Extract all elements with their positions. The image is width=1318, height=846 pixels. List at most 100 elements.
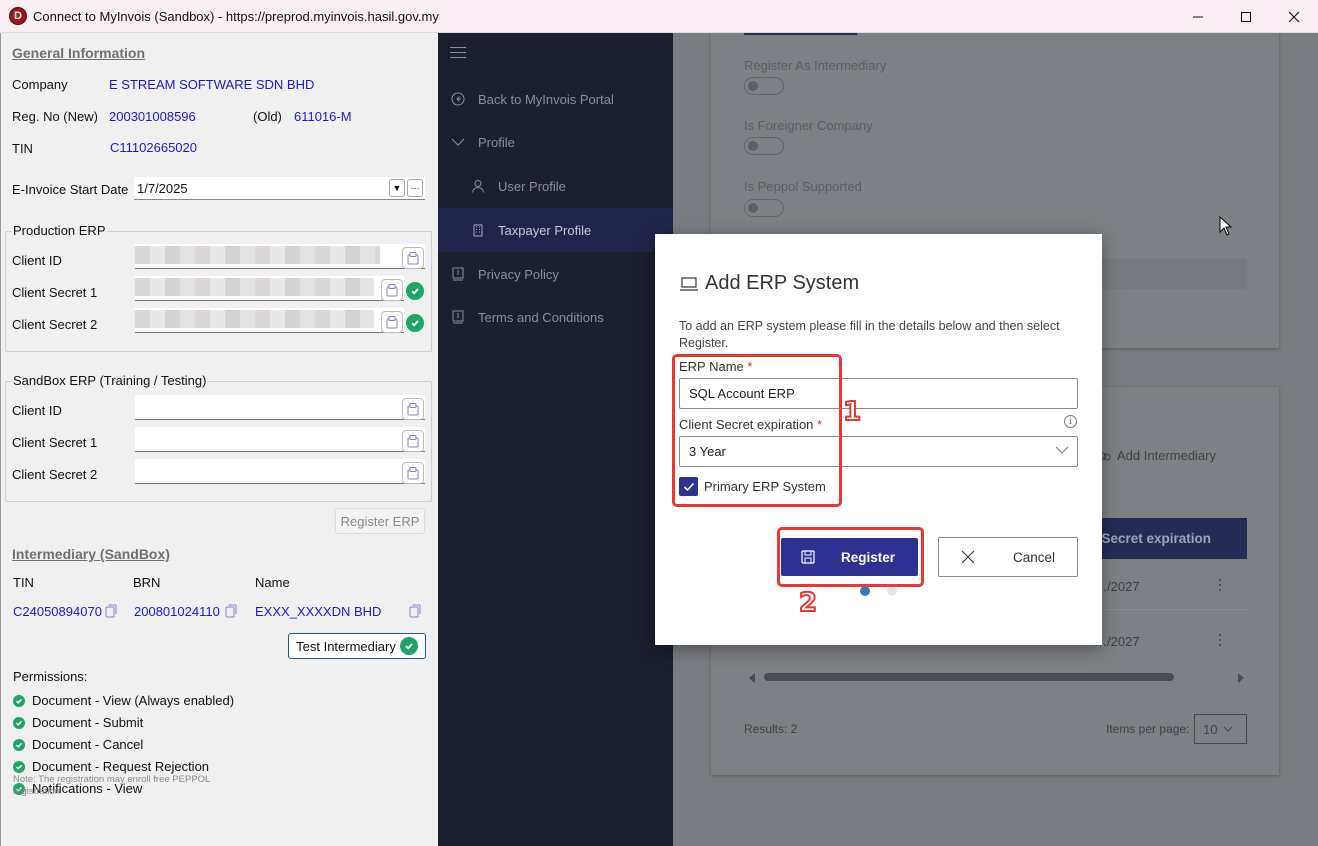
sandbox-client-id-label: Client ID xyxy=(12,403,62,418)
secret2-verified-icon xyxy=(406,314,424,332)
foreigner-company-toggle[interactable] xyxy=(744,137,784,155)
annotation-box-step1 xyxy=(672,354,842,507)
items-per-page-select[interactable]: 10 xyxy=(1194,714,1247,744)
connection-panel: General Information Company E STREAM SOF… xyxy=(0,33,438,846)
maximize-button[interactable] xyxy=(1222,0,1270,33)
annotation-box-step2 xyxy=(777,527,924,587)
sandbox-client-secret1-label: Client Secret 1 xyxy=(12,435,98,450)
pager-dot-active[interactable] xyxy=(860,586,870,596)
user-icon xyxy=(472,180,484,193)
check-circle-icon xyxy=(13,694,25,707)
sandbox-client-secret2-paste-button[interactable] xyxy=(402,462,424,484)
register-intermediary-label: Register As Intermediary xyxy=(744,58,887,73)
prod-client-id-input[interactable] xyxy=(135,244,425,269)
sandbox-client-id-paste-button[interactable] xyxy=(402,398,424,420)
clipboard-icon xyxy=(386,284,398,297)
tab-indicator xyxy=(744,33,857,35)
chevron-down-icon xyxy=(1224,726,1233,732)
permission-item: Document - View (Always enabled) xyxy=(13,693,234,708)
intermediary-brn-value: 200801024110 xyxy=(134,604,220,619)
sandbox-client-secret1-paste-button[interactable] xyxy=(402,430,424,452)
add-intermediary-button[interactable]: Add Intermediary xyxy=(1099,448,1216,463)
intermediary-tin-value: C24050894070 xyxy=(13,604,102,619)
date-dropdown-button[interactable]: ▼ xyxy=(389,179,405,197)
prod-client-secret1-paste-button[interactable] xyxy=(381,279,403,301)
prod-client-id-paste-button[interactable] xyxy=(402,247,424,269)
test-success-icon xyxy=(399,637,418,655)
close-icon xyxy=(961,550,975,564)
prod-client-id-label: Client ID xyxy=(12,253,62,268)
window-titlebar: D Connect to MyInvois (Sandbox) - https:… xyxy=(0,0,1318,33)
building-icon xyxy=(473,224,483,236)
start-date-value[interactable]: 1/7/2025 xyxy=(137,181,389,196)
copy-name-icon[interactable] xyxy=(409,604,421,618)
regno-old-label: (Old) xyxy=(253,109,282,124)
register-intermediary-toggle[interactable] xyxy=(744,77,784,95)
sandbox-client-secret1-input[interactable] xyxy=(135,427,425,452)
foreigner-company-label: Is Foreigner Company xyxy=(744,118,873,133)
app-logo-icon: D xyxy=(9,7,27,25)
pager-dot[interactable] xyxy=(887,586,897,596)
sandbox-client-secret2-input[interactable] xyxy=(135,459,425,484)
nav-user-profile[interactable]: User Profile xyxy=(438,164,673,208)
items-per-page-label: Items per page: xyxy=(1106,722,1190,736)
redacted-value xyxy=(135,310,374,328)
peppol-supported-toggle[interactable] xyxy=(744,199,784,217)
row2-more-icon[interactable] xyxy=(1219,634,1222,649)
horizontal-scrollbar[interactable] xyxy=(764,673,1174,681)
regno-old-value: 611016-M xyxy=(294,109,352,124)
chevron-down-icon xyxy=(1055,446,1069,454)
sandbox-client-id-input[interactable] xyxy=(135,395,425,420)
annotation-step1: 1 xyxy=(842,396,862,428)
clipboard-icon xyxy=(407,403,419,416)
scroll-left-icon[interactable] xyxy=(748,673,756,683)
close-icon xyxy=(1288,11,1300,22)
prod-client-secret2-paste-button[interactable] xyxy=(381,311,403,333)
check-circle-icon xyxy=(13,760,25,773)
check-circle-icon xyxy=(13,738,25,751)
copy-brn-icon[interactable] xyxy=(225,604,237,618)
clipboard-icon xyxy=(407,467,419,480)
minimize-button[interactable] xyxy=(1174,0,1222,33)
nav-back-to-portal[interactable]: Back to MyInvois Portal xyxy=(438,77,673,121)
nav-profile[interactable]: Profile xyxy=(438,120,673,164)
nav-taxpayer-profile[interactable]: Taxpayer Profile xyxy=(438,208,673,252)
nav-terms-conditions[interactable]: Terms and Conditions xyxy=(438,295,673,339)
prod-client-secret1-input[interactable] xyxy=(135,276,404,301)
general-information-heading[interactable]: General Information xyxy=(12,45,145,61)
company-label: Company xyxy=(12,77,68,92)
check-circle-icon xyxy=(13,716,25,729)
intermediary-name-value: EXXX_XXXXDN BHD xyxy=(255,604,382,619)
maximize-icon xyxy=(1241,11,1251,22)
copy-tin-icon[interactable] xyxy=(105,604,117,618)
start-date-label: E-Invoice Start Date xyxy=(12,182,129,197)
row1-more-icon[interactable] xyxy=(1219,579,1222,594)
peppol-supported-label: Is Peppol Supported xyxy=(744,179,862,194)
ellipsis-icon: ··· xyxy=(410,183,420,193)
info-icon[interactable]: i xyxy=(1064,415,1077,428)
col-secret-expiration[interactable]: Secret expiration xyxy=(1101,531,1211,546)
peppol-note: Note: The registration may enroll free P… xyxy=(13,774,210,797)
register-erp-button[interactable]: Register ERP xyxy=(335,508,425,534)
intermediary-brn-header: BRN xyxy=(133,575,161,590)
tin-value: C11102665020 xyxy=(110,140,197,155)
hamburger-menu-icon[interactable] xyxy=(450,47,466,62)
cancel-button[interactable]: Cancel xyxy=(938,537,1078,577)
intermediary-heading[interactable]: Intermediary (SandBox) xyxy=(12,546,170,562)
nav-privacy-policy[interactable]: Privacy Policy xyxy=(438,252,673,296)
date-more-button[interactable]: ··· xyxy=(407,179,423,197)
close-button[interactable] xyxy=(1270,0,1318,33)
caret-down-icon: ▼ xyxy=(392,183,402,193)
scroll-right-icon[interactable] xyxy=(1237,673,1245,683)
results-count: Results: 2 xyxy=(744,722,798,736)
secret1-verified-icon xyxy=(406,282,424,300)
regno-new-label: Reg. No (New) xyxy=(12,109,98,124)
clipboard-icon xyxy=(407,252,419,265)
test-intermediary-button[interactable]: Test Intermediary xyxy=(288,633,426,659)
prod-client-secret2-input[interactable] xyxy=(135,308,404,333)
mouse-cursor-icon xyxy=(1219,216,1233,236)
clipboard-icon xyxy=(386,316,398,329)
window-title: Connect to MyInvois (Sandbox) - https://… xyxy=(33,8,439,24)
chevron-down-icon xyxy=(451,138,465,146)
start-date-field[interactable]: 1/7/2025 ▼ ··· xyxy=(134,177,425,200)
